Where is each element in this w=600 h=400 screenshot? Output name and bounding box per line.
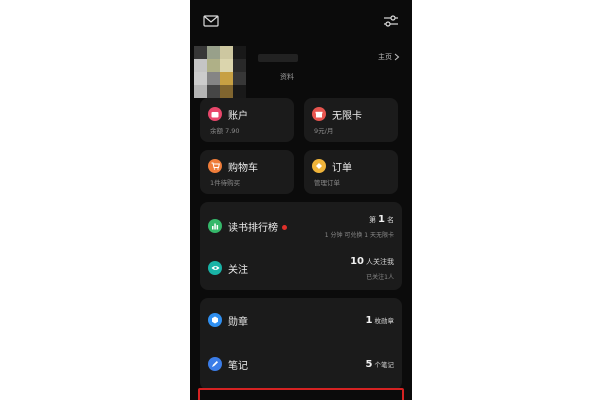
followers-value: 10 人关注我: [348, 256, 394, 267]
notification-dot: [282, 225, 287, 230]
follow-title: 关注: [228, 265, 248, 276]
followers-suffix: 人关注我: [366, 258, 394, 266]
order-icon: [312, 159, 326, 173]
bar-chart-icon: [208, 219, 222, 233]
follow-row[interactable]: 关注 10 人关注我 已关注1人: [200, 248, 402, 288]
stats-section: 读书排行榜 第1名 1 分钟 可兑换 1 天无限卡 关注 10 人关注我 已关注1…: [200, 202, 402, 290]
notes-suffix: 个笔记: [374, 361, 395, 369]
settings-sliders-icon[interactable]: [382, 12, 400, 30]
rank-suffix: 名: [387, 216, 394, 224]
badges-suffix: 枚勋章: [374, 317, 395, 325]
notes-title: 笔记: [228, 361, 248, 372]
cart-title: 购物车: [228, 163, 258, 174]
unlimited-card-price: 9元/月: [314, 127, 334, 135]
badges-value: 1 枚勋章: [366, 315, 394, 326]
gift-icon: [312, 107, 326, 121]
following-subtext: 已关注1人: [366, 274, 394, 281]
notes-count: 5: [365, 359, 373, 370]
followers-count: 10: [350, 256, 364, 267]
pen-icon: [208, 357, 222, 371]
badges-row[interactable]: 勋章 1 枚勋章: [200, 300, 402, 340]
rank-prefix: 第: [369, 216, 377, 224]
homepage-link[interactable]: 主页: [378, 52, 400, 62]
reading-ranking-row[interactable]: 读书排行榜 第1名 1 分钟 可兑换 1 天无限卡: [200, 206, 402, 246]
notes-row[interactable]: 笔记 5 个笔记: [200, 344, 402, 384]
unlimited-card-card[interactable]: 无限卡 9元/月: [304, 98, 398, 142]
ranking-subtext: 1 分钟 可兑换 1 天无限卡: [324, 232, 394, 239]
account-title: 账户: [228, 111, 248, 122]
order-title: 订单: [332, 163, 352, 174]
account-card[interactable]: 账户 余额 7.90: [200, 98, 294, 142]
homepage-link-label: 主页: [378, 53, 392, 61]
eye-icon: [208, 261, 222, 275]
chevron-right-icon: [394, 53, 400, 61]
avatar[interactable]: [194, 46, 246, 98]
collection-section: 勋章 1 枚勋章 笔记 5 个笔记: [200, 298, 402, 390]
notes-value: 5 个笔记: [366, 359, 394, 370]
badges-count: 1: [365, 315, 373, 326]
mail-icon[interactable]: [202, 12, 220, 30]
rank-number: 1: [378, 214, 385, 225]
cart-card[interactable]: 购物车 1件待购买: [200, 150, 294, 194]
reading-ranking-title: 读书排行榜: [228, 223, 278, 234]
unlimited-card-title: 无限卡: [332, 111, 362, 122]
account-balance: 余额 7.90: [210, 127, 240, 135]
highlight-box: [198, 388, 404, 400]
medal-icon: [208, 313, 222, 327]
order-card[interactable]: 订单 管理订单: [304, 150, 398, 194]
profile-caption: 资料: [280, 73, 294, 81]
username-blurred: [258, 54, 298, 62]
wallet-icon: [208, 107, 222, 121]
phone-screen: 资料 主页 账户 余额 7.90 无限卡 9元/月 购物车 1件待购买 订单 管…: [190, 0, 412, 400]
order-manage: 管理订单: [314, 179, 340, 187]
ranking-value: 第1名: [369, 214, 394, 225]
badges-title: 勋章: [228, 317, 248, 328]
cart-status: 1件待购买: [210, 179, 241, 187]
cart-icon: [208, 159, 222, 173]
